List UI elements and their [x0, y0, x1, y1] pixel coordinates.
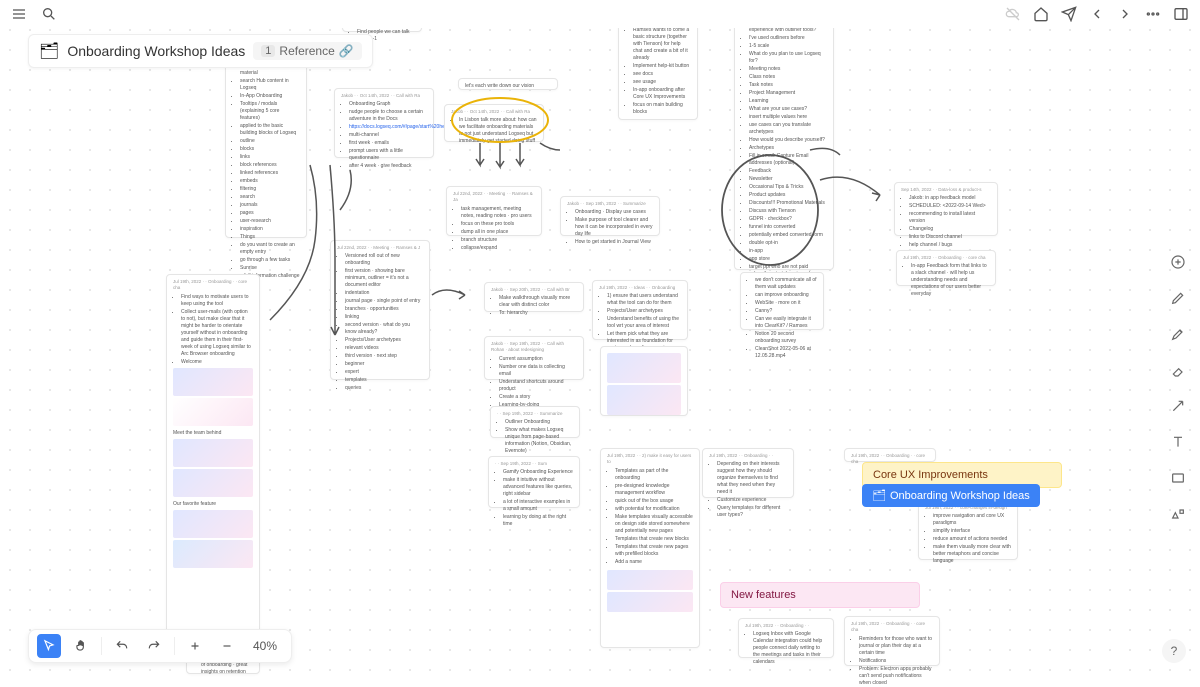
sticky-workshop[interactable]: 🗂Onboarding Workshop Ideas	[862, 484, 1040, 507]
add-icon[interactable]	[1166, 250, 1190, 274]
undo-button[interactable]	[110, 634, 134, 658]
card-versioned-rollout[interactable]: Jul 22nd, 2022 · · Meeting · · Ramses & …	[330, 240, 430, 380]
whiteboard-icon: 🗂	[872, 489, 886, 502]
more-icon[interactable]	[1144, 5, 1162, 23]
card-small[interactable]: Jul 19th, 2022 · · Onboarding · · core c…	[844, 448, 936, 462]
cloud-off-icon[interactable]	[1004, 5, 1022, 23]
card-user-archetypes[interactable]: Jul 19th, 2022 · · Ideas · · Onboarding1…	[592, 280, 688, 340]
page-title-bar: 🗂 Onboarding Workshop Ideas 1 Reference …	[28, 34, 373, 68]
card-walkthrough-visual[interactable]: Jakob · · Sep 20th, 2022 · · Call with B…	[484, 282, 584, 312]
highlighter-icon[interactable]	[1166, 322, 1190, 346]
card-interests-img[interactable]	[600, 346, 688, 416]
card-lisbon-talk[interactable]: Jakob · · Oct 14th, 2022 · · Call with R…	[444, 104, 544, 142]
connector-icon[interactable]	[1166, 394, 1190, 418]
page-title: Onboarding Workshop Ideas	[67, 43, 245, 59]
topbar	[0, 0, 1200, 28]
link-icon: 🔗	[339, 44, 354, 58]
whiteboard-canvas[interactable]: consolidate how-to materialsearch Hub co…	[0, 0, 1200, 675]
hand-tool[interactable]	[69, 634, 93, 658]
shapes-icon[interactable]	[1166, 502, 1190, 526]
card-current-assumption[interactable]: Jakob · · Sep 19th, 2022 · · Call with R…	[484, 336, 584, 380]
nav-forward-icon[interactable]	[1116, 5, 1134, 23]
zoom-in-button[interactable]	[183, 634, 207, 658]
card-questions[interactable]: What are relevant questions for us?How w…	[734, 0, 834, 270]
search-icon[interactable]	[40, 5, 58, 23]
sidebar-toggle-icon[interactable]	[1172, 5, 1190, 23]
redo-button[interactable]	[142, 634, 166, 658]
card-vision[interactable]: let's each write down our vision	[458, 78, 558, 90]
shape-toolbar	[1166, 250, 1190, 526]
text-icon[interactable]	[1166, 430, 1190, 454]
help-button[interactable]: ?	[1162, 639, 1186, 663]
card-motivate-users[interactable]: Jul 19th, 2022 · · Onboarding · · core c…	[166, 274, 260, 644]
card-logseq-inbox[interactable]: Jul 19th, 2022 · · Onboarding · ·Logseq …	[738, 618, 834, 658]
card-feedback-model[interactable]: Sep 14th, 2022 · · Data-loss & product-s…	[894, 182, 998, 236]
card-core-changes[interactable]: Jul 19th, 2022 · · core-changes in-desig…	[918, 500, 1018, 560]
whiteboard-icon: 🗂	[39, 41, 59, 61]
card-display-usecases[interactable]: Jakob · · Sep 19th, 2022 · · SummarizeOn…	[560, 196, 660, 236]
card-onboarding-graph[interactable]: Jakob · · Oct 14th, 2022 · · Call with R…	[334, 88, 434, 158]
card-gamify[interactable]: · · Sep 19th, 2022 · · SumGamify Onboard…	[488, 456, 580, 508]
menu-icon[interactable]	[10, 5, 28, 23]
nav-back-icon[interactable]	[1088, 5, 1106, 23]
zoom-level[interactable]: 40%	[247, 639, 283, 653]
select-tool[interactable]	[37, 634, 61, 658]
card-task-mgmt[interactable]: Jul 22nd, 2022 · · Meeting · · Ramses & …	[446, 186, 542, 236]
view-toolbar: 40%	[28, 629, 292, 663]
send-icon[interactable]	[1060, 5, 1078, 23]
card-core-features[interactable]: consolidate how-to materialsearch Hub co…	[225, 58, 307, 238]
rectangle-icon[interactable]	[1166, 466, 1190, 490]
card-outliner-onboarding[interactable]: · · Sep 19th, 2022 · · SummarizeOutliner…	[490, 406, 580, 438]
eraser-icon[interactable]	[1166, 358, 1190, 382]
card-depending-interests[interactable]: Jul 19th, 2022 · · Onboarding · ·Dependi…	[702, 448, 794, 498]
card-reminders[interactable]: Jul 19th, 2022 · · Onboarding · · core c…	[844, 616, 940, 666]
home-icon[interactable]	[1032, 5, 1050, 23]
card-templates[interactable]: Jul 19th, 2022 · · 2) make it easy for u…	[600, 448, 700, 648]
zoom-out-button[interactable]	[215, 634, 239, 658]
reference-badge[interactable]: 1 Reference 🔗	[253, 42, 361, 60]
card-inapp-feedback[interactable]: Jul 19th, 2022 · · Onboarding · · core c…	[896, 250, 996, 286]
card-updates[interactable]: we don't communicate all of them wait up…	[740, 272, 824, 330]
sticky-new-features[interactable]: New features	[720, 582, 920, 608]
pen-icon[interactable]	[1166, 286, 1190, 310]
